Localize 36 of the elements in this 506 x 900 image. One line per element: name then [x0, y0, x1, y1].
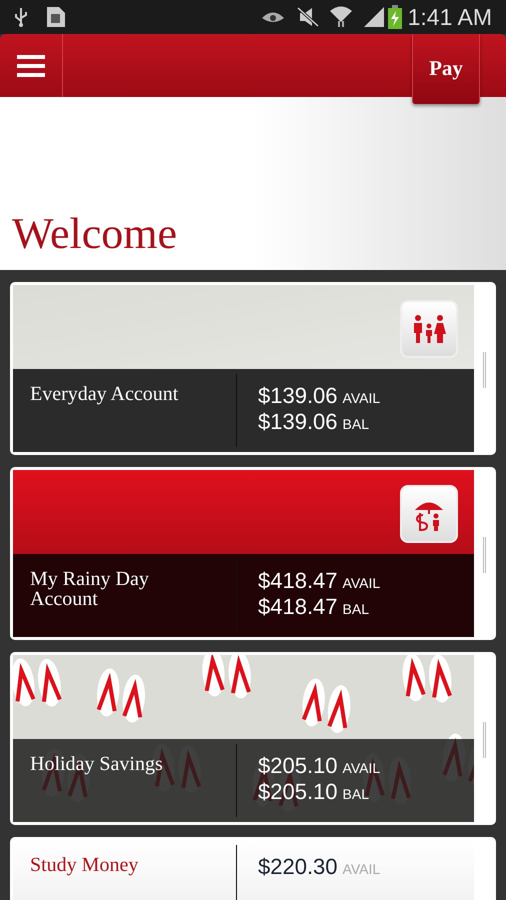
balance-amount: $139.06 [258, 409, 338, 435]
battery-charging-icon [388, 5, 402, 29]
clock-time: 1:41 AM [408, 2, 492, 32]
account-name: Everyday Account [30, 384, 180, 404]
welcome-heading: Welcome [12, 210, 178, 258]
available-label: AVAIL [342, 860, 380, 879]
account-card[interactable]: Everyday Account $139.06 AVAIL $139.06 BAL [10, 282, 496, 455]
account-card[interactable]: Holiday Savings $205.10 AVAIL $205.10 BAL [10, 652, 496, 825]
signal-icon [362, 6, 385, 28]
family-icon [411, 314, 447, 344]
available-amount: $139.06 [258, 383, 338, 409]
available-amount: $220.30 [258, 854, 338, 880]
scroll-handle [483, 537, 486, 573]
available-label: AVAIL [342, 389, 380, 408]
balance-label: BAL [342, 600, 369, 619]
pay-button[interactable]: Pay [412, 34, 480, 104]
sim-card-icon [46, 6, 66, 28]
available-label: AVAIL [342, 759, 380, 778]
balance-label: BAL [342, 785, 369, 804]
available-amount: $418.47 [258, 568, 338, 594]
menu-icon [17, 54, 45, 76]
balance-amount: $205.10 [258, 779, 338, 805]
account-name: Holiday Savings [30, 754, 164, 774]
account-card[interactable]: Study Money $220.30 AVAIL [10, 837, 496, 900]
scroll-handle [483, 352, 486, 388]
balance-label: BAL [342, 415, 369, 434]
balance-amount: $418.47 [258, 594, 338, 620]
available-amount: $205.10 [258, 753, 338, 779]
account-name: Study Money [30, 855, 140, 875]
available-label: AVAIL [342, 574, 380, 593]
wifi-icon [328, 6, 353, 28]
usb-icon [14, 7, 28, 27]
account-name: My Rainy Day Account [30, 569, 150, 609]
account-card[interactable]: My Rainy Day Account $418.47 AVAIL $418.47 BAL [10, 467, 496, 640]
mute-icon [296, 7, 319, 27]
scroll-handle [483, 722, 486, 758]
